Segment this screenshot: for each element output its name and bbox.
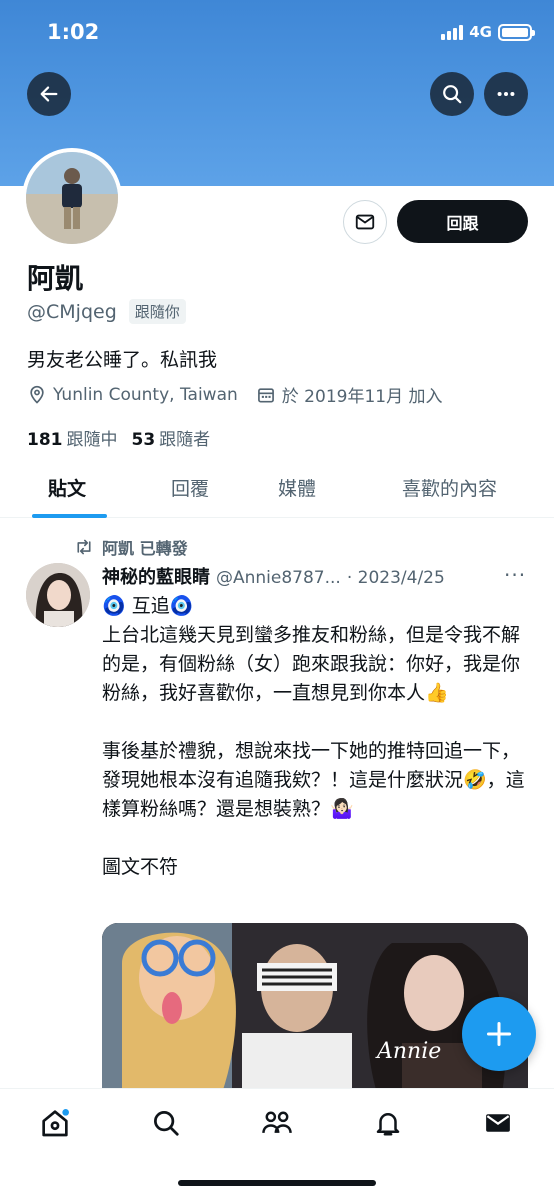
- communities-icon: [262, 1111, 292, 1133]
- image-watermark: Annie: [375, 1039, 441, 1064]
- post-author-name[interactable]: 神秘的藍眼睛: [102, 563, 210, 589]
- location-pin-icon: [30, 385, 44, 404]
- following-count-link[interactable]: 181 跟隨中: [27, 425, 118, 450]
- tab-likes[interactable]: 喜歡的內容: [402, 474, 497, 501]
- search-button[interactable]: [430, 72, 474, 116]
- profile-handle: @CMjqeg: [27, 300, 117, 323]
- post-author-avatar[interactable]: [26, 563, 90, 627]
- profile-name: 阿凱: [27, 262, 84, 295]
- back-arrow-icon: [40, 86, 58, 102]
- search-icon: [443, 85, 462, 104]
- nav-notifications[interactable]: [372, 1107, 404, 1139]
- messages-icon: [486, 1114, 510, 1132]
- calendar-icon: [257, 387, 274, 402]
- active-tab-indicator: [32, 514, 107, 518]
- follow-back-button[interactable]: 回跟: [397, 200, 528, 243]
- more-icon: [497, 91, 515, 97]
- retweet-context[interactable]: 阿凱 已轉發: [74, 535, 188, 559]
- compose-post-button[interactable]: [462, 997, 536, 1071]
- profile-bio: 男友老公睡了。私訊我: [27, 349, 218, 371]
- post-more-button[interactable]: ···: [504, 563, 526, 587]
- nav-communities[interactable]: [261, 1107, 293, 1139]
- follows-you-badge: 跟隨你: [128, 299, 186, 324]
- battery-icon: [498, 23, 535, 41]
- followers-count-link[interactable]: 53 跟隨者: [132, 425, 211, 450]
- network-label: 4G: [469, 23, 492, 41]
- message-button[interactable]: [343, 200, 387, 244]
- more-options-button[interactable]: [484, 72, 528, 116]
- profile-location: Yunlin County, Taiwan: [27, 385, 238, 405]
- notifications-icon: [376, 1113, 400, 1136]
- profile-join-date: 於 2019年11月 加入: [256, 382, 442, 407]
- nav-home[interactable]: [39, 1107, 71, 1139]
- retweet-icon: [77, 539, 91, 555]
- status-time: 1:02: [47, 20, 100, 44]
- explore-icon: [154, 1111, 179, 1136]
- tab-media[interactable]: 媒體: [278, 474, 316, 501]
- status-bar: 1:02 4G: [0, 18, 554, 48]
- nav-explore[interactable]: [150, 1107, 182, 1139]
- post-text: 🧿 互追🧿 上台北這幾天見到蠻多推友和粉絲，但是令我不解的是，有個粉絲（女）跑來…: [102, 595, 525, 878]
- back-button[interactable]: [27, 72, 71, 116]
- nav-messages[interactable]: [482, 1107, 514, 1139]
- post-author-handle[interactable]: @Annie8787...: [216, 568, 341, 588]
- mail-icon: [355, 214, 375, 230]
- home-icon: [42, 1109, 69, 1137]
- post-image[interactable]: Annie: [102, 923, 528, 1093]
- tab-posts[interactable]: 貼文: [48, 474, 86, 501]
- post-date[interactable]: · 2023/4/25: [347, 568, 445, 588]
- home-indicator: [178, 1180, 376, 1186]
- tab-replies[interactable]: 回覆: [171, 474, 209, 501]
- profile-avatar[interactable]: [22, 148, 122, 248]
- signal-icon: [441, 24, 464, 40]
- plus-icon: [486, 1021, 512, 1047]
- profile-tabs: 貼文 回覆 媒體 喜歡的內容: [0, 458, 554, 518]
